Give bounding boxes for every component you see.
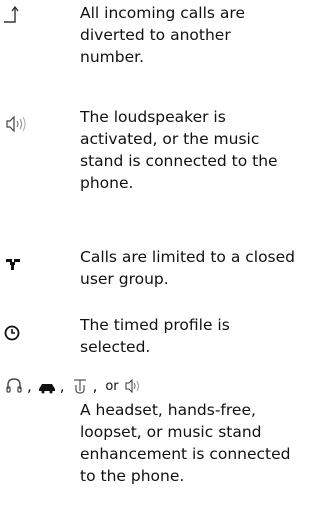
indicator-entry-loudspeaker: The loudspeaker is activated, or the mus… xyxy=(0,104,316,230)
hands-free-icon xyxy=(37,376,57,396)
indicator-entry-timed-profile: The timed profile is selected. xyxy=(0,312,316,368)
indicator-description: All incoming calls are diverted to anoth… xyxy=(80,4,245,66)
separator-comma: , xyxy=(27,377,32,395)
enhancement-icon-row: , , , or xyxy=(4,375,144,397)
indicator-description: The loudspeaker is activated, or the mus… xyxy=(80,108,278,192)
indicator-entry-call-divert: All incoming calls are diverted to anoth… xyxy=(0,0,316,100)
music-stand-icon xyxy=(124,376,144,396)
separator-or: or xyxy=(105,378,119,394)
call-divert-icon xyxy=(0,0,36,30)
timed-profile-icon xyxy=(0,318,36,348)
separator-comma: , xyxy=(59,377,65,395)
loudspeaker-icon xyxy=(0,110,36,140)
loopset-icon xyxy=(70,376,90,396)
indicator-entry-closed-user-group: Calls are limited to a closed user group… xyxy=(0,244,316,300)
headset-icon xyxy=(4,376,24,396)
indicator-entry-enhancements: , , , or A headset, hands-free, loopset,… xyxy=(0,375,316,520)
indicator-description: Calls are limited to a closed user group… xyxy=(80,248,296,288)
indicator-description: A headset, hands-free, loopset, or music… xyxy=(80,401,291,485)
separator-comma: , xyxy=(92,377,98,395)
closed-user-group-icon xyxy=(0,250,36,280)
indicator-description: The timed profile is selected. xyxy=(80,316,230,356)
